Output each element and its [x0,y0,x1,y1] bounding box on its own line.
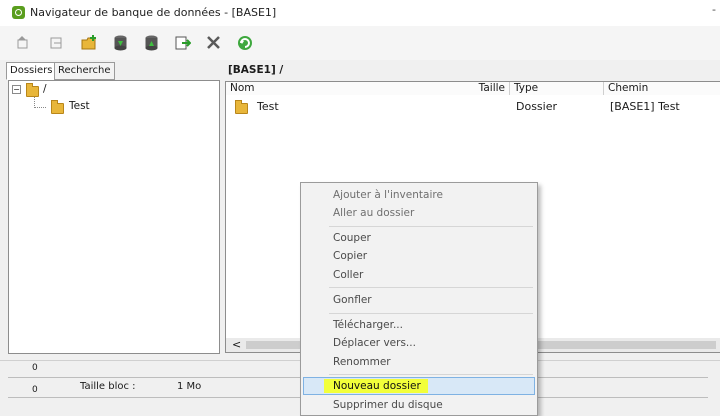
context-menu: Ajouter à l'inventaire Aller au dossier … [300,182,538,416]
block-size-value: 1 Mo [177,381,202,392]
menu-item-ajouter-inventaire[interactable]: Ajouter à l'inventaire [333,186,443,204]
tree-item-test[interactable]: Test [69,100,90,112]
block-size-label: Taille bloc : [80,381,136,392]
move-icon[interactable] [174,34,191,51]
back-icon[interactable] [14,34,31,51]
title-bar: Navigateur de banque de données - [BASE1… [0,0,720,26]
menu-item-couper[interactable]: Couper [333,229,371,247]
folder-icon [51,100,64,114]
collapse-toggle-icon[interactable]: − [12,85,21,94]
tab-recherche[interactable]: Recherche [54,62,115,80]
menu-item-copier[interactable]: Copier [333,247,367,265]
status-bottom-value: 0 [32,385,38,395]
tree-root-label[interactable]: / [43,83,47,95]
delete-icon[interactable] [205,34,222,51]
menu-item-aller-dossier[interactable]: Aller au dossier [333,204,414,222]
new-folder-icon[interactable] [80,34,97,51]
menu-item-renommer[interactable]: Renommer [333,353,391,371]
toolbar [0,26,720,60]
menu-item-telecharger[interactable]: Télécharger... [333,316,403,334]
menu-separator [329,287,533,288]
menu-separator [329,374,533,375]
refresh-icon[interactable] [236,34,253,51]
menu-separator [329,226,533,227]
column-type[interactable]: Type [510,82,604,95]
forward-icon[interactable] [48,34,65,51]
menu-item-supprimer-disque[interactable]: Supprimer du disque [333,396,443,414]
import-icon[interactable] [112,34,129,51]
column-taille[interactable]: Taille [446,82,510,95]
menu-item-deplacer[interactable]: Déplacer vers... [333,334,416,352]
folder-icon [26,83,39,97]
column-chemin[interactable]: Chemin [604,82,720,95]
export-icon[interactable] [143,34,160,51]
tree-connector [34,107,46,109]
scroll-left-arrow[interactable]: < [232,338,241,352]
row-type: Dossier [516,100,558,113]
menu-item-coller[interactable]: Coller [333,266,363,284]
window-title: Navigateur de banque de données - [BASE1… [30,6,277,19]
folder-icon [235,100,248,114]
menu-item-nouveau-dossier[interactable]: Nouveau dossier [333,377,421,395]
folder-tree: − / Test [8,80,220,354]
table-row[interactable]: Test Dossier [BASE1] Test [226,98,720,114]
current-path: [BASE1] / [228,64,284,76]
tab-dossiers[interactable]: Dossiers [6,62,57,80]
minimize-button[interactable]: - [712,3,716,16]
row-name: Test [257,100,279,113]
app-icon [12,6,25,19]
menu-separator [329,313,533,314]
status-top-value: 0 [32,363,38,373]
menu-item-gonfler[interactable]: Gonfler [333,291,372,309]
row-path: [BASE1] Test [610,100,680,113]
